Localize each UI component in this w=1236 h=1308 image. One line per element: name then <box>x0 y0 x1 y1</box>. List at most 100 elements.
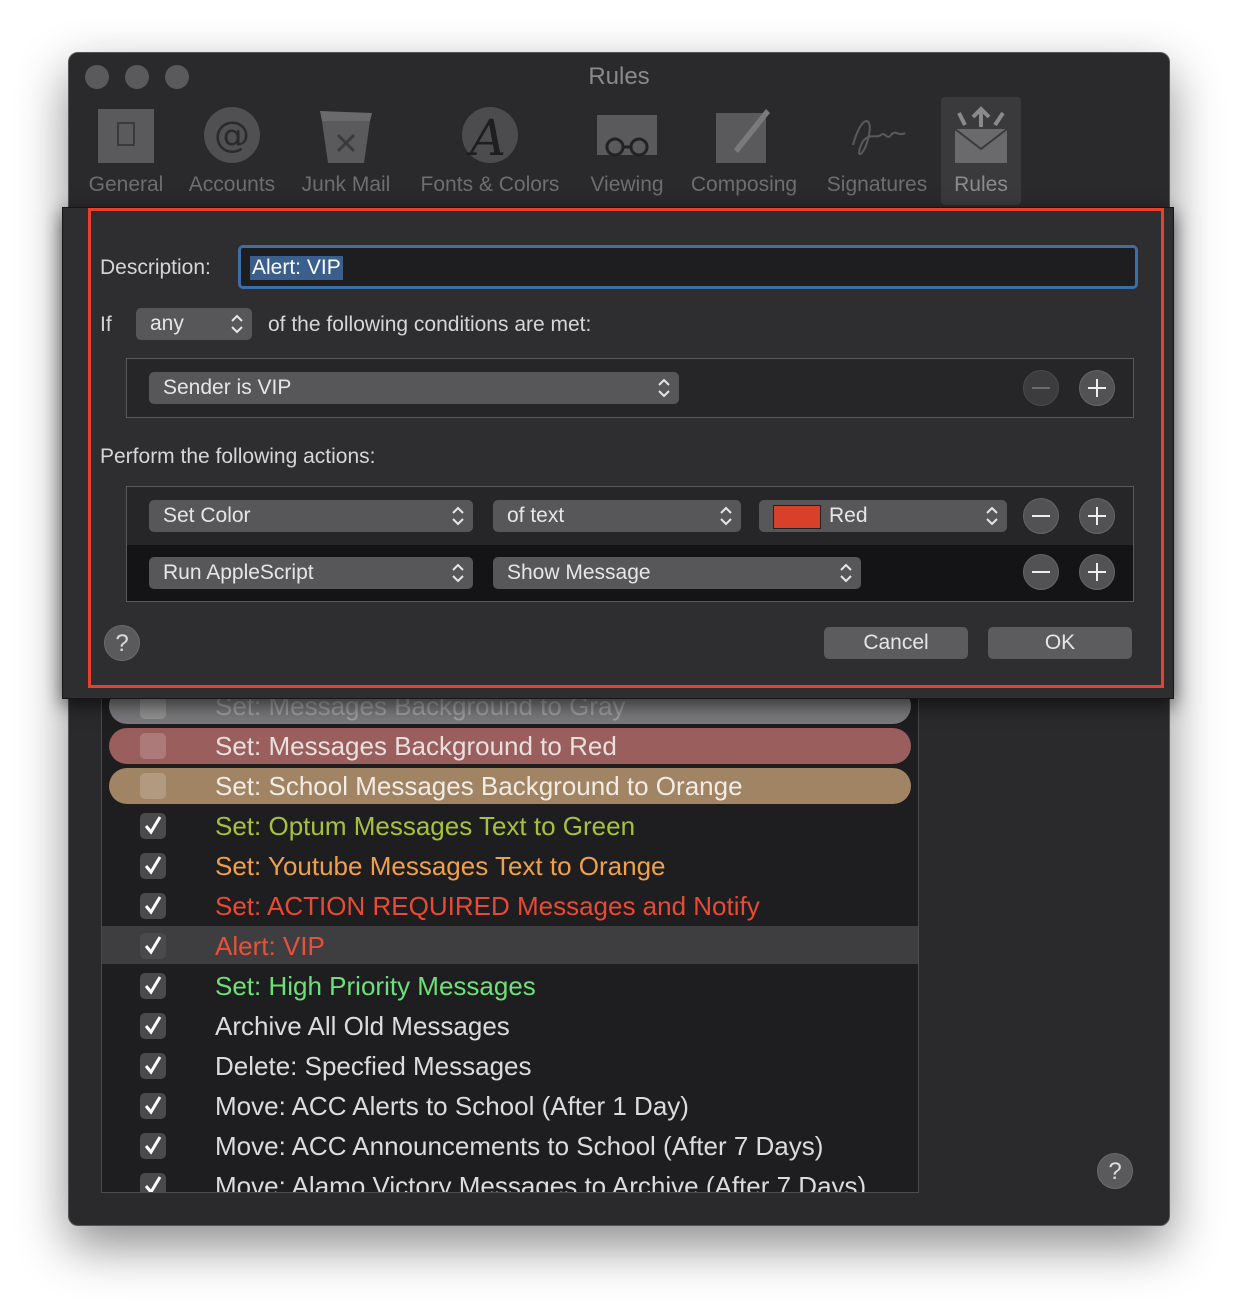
description-label: Description: <box>100 256 211 279</box>
rule-checkbox[interactable] <box>140 1013 166 1039</box>
rule-label: Move: Alamo Victory Messages to Archive … <box>215 1171 867 1193</box>
rule-checkbox[interactable] <box>140 813 166 839</box>
rule-checkbox[interactable] <box>140 1173 166 1192</box>
remove-action-button[interactable] <box>1023 498 1059 534</box>
rule-checkbox[interactable] <box>140 933 166 959</box>
checkmark-icon <box>144 1176 162 1192</box>
action-type-selector[interactable]: Run AppleScript <box>149 557 473 589</box>
rule-checkbox[interactable] <box>140 1133 166 1159</box>
rule-checkbox[interactable] <box>140 1053 166 1079</box>
tab-junk-mail[interactable]: Junk Mail <box>295 97 397 205</box>
actions-box: Set Color of text Red Run AppleScript Sh… <box>126 486 1134 602</box>
tab-general[interactable]: General <box>79 97 173 205</box>
list-item[interactable]: Move: ACC Announcements to School (After… <box>102 1126 918 1166</box>
checkmark-icon <box>144 856 162 875</box>
rule-label: Set: ACTION REQUIRED Messages and Notify <box>215 891 760 921</box>
remove-action-button[interactable] <box>1023 554 1059 590</box>
tab-label: Accounts <box>188 173 276 196</box>
match-selector[interactable]: any <box>136 308 252 340</box>
rule-checkbox[interactable] <box>140 733 166 759</box>
tab-viewing[interactable]: Viewing <box>581 97 673 205</box>
tab-label: Fonts & Colors <box>420 173 560 196</box>
rule-label: Set: School Messages Background to Orang… <box>215 771 743 801</box>
tab-label: General <box>88 173 164 196</box>
script-selector[interactable]: Show Message <box>493 557 861 589</box>
updown-chevron-icon <box>452 506 464 526</box>
list-item[interactable]: Delete: Specfied Messages <box>102 1046 918 1086</box>
checkmark-icon <box>144 1136 162 1155</box>
description-field[interactable]: Alert: VIP <box>238 245 1138 289</box>
list-item[interactable]: Set: School Messages Background to Orang… <box>102 766 918 806</box>
list-item[interactable]: Set: Youtube Messages Text to Orange <box>102 846 918 886</box>
checkmark-icon <box>144 936 162 955</box>
tab-accounts[interactable]: @ Accounts <box>181 97 283 205</box>
list-item[interactable]: Set: ACTION REQUIRED Messages and Notify <box>102 886 918 926</box>
checkmark-icon <box>144 816 162 835</box>
list-item[interactable]: Move: ACC Alerts to School (After 1 Day) <box>102 1086 918 1126</box>
junk-mail-icon <box>320 111 372 163</box>
minus-icon <box>1032 515 1050 517</box>
tab-rules[interactable]: Rules <box>941 97 1021 205</box>
color-target-selector[interactable]: of text <box>493 500 741 532</box>
rule-label: Set: Optum Messages Text to Green <box>215 811 636 841</box>
minus-icon <box>1032 387 1050 389</box>
sheet-help-button[interactable]: ? <box>104 625 140 661</box>
list-item-selected[interactable]: Alert: VIP <box>102 926 918 964</box>
plus-icon <box>1088 379 1106 397</box>
rule-checkbox[interactable] <box>140 1093 166 1119</box>
rule-label: Alert: VIP <box>215 931 325 961</box>
updown-chevron-icon <box>231 314 243 334</box>
conditions-suffix: of the following conditions are met: <box>268 313 592 336</box>
tab-signatures[interactable]: Signatures <box>817 97 937 205</box>
tab-label: Junk Mail <box>301 173 391 196</box>
conditions-box: Sender is VIP <box>126 358 1134 418</box>
tab-label: Signatures <box>826 173 928 196</box>
actions-label: Perform the following actions: <box>100 445 376 468</box>
match-selector-value: any <box>150 312 184 335</box>
rule-label: Set: High Priority Messages <box>215 971 536 1001</box>
add-action-button[interactable] <box>1079 554 1115 590</box>
add-condition-button[interactable] <box>1079 370 1115 406</box>
checkmark-icon <box>144 1016 162 1035</box>
list-item[interactable]: Set: High Priority Messages <box>102 966 918 1006</box>
checkmark-icon <box>144 896 162 915</box>
rule-checkbox[interactable] <box>140 893 166 919</box>
checkmark-icon <box>144 1056 162 1075</box>
if-label: If <box>100 313 112 336</box>
rule-checkbox[interactable] <box>140 973 166 999</box>
list-item[interactable]: Archive All Old Messages <box>102 1006 918 1046</box>
plus-icon <box>1088 563 1106 581</box>
ok-button[interactable]: OK <box>988 627 1132 659</box>
script-value: Show Message <box>507 561 651 584</box>
cancel-button[interactable]: Cancel <box>824 627 968 659</box>
window-title: Rules <box>588 63 650 90</box>
list-item[interactable]: Set: Optum Messages Text to Green <box>102 806 918 846</box>
tab-label: Composing <box>690 173 798 196</box>
at-icon: @ <box>204 107 260 163</box>
action-type-value: Run AppleScript <box>163 561 314 584</box>
color-selector[interactable]: Red <box>759 500 1007 532</box>
title-bar: Rules <box>69 53 1169 97</box>
list-item[interactable]: Move: Alamo Victory Messages to Archive … <box>102 1166 918 1193</box>
tab-fonts-colors[interactable]: A Fonts & Colors <box>411 97 569 205</box>
tab-composing[interactable]: Composing <box>683 97 805 205</box>
condition-value: Sender is VIP <box>163 376 292 399</box>
list-item[interactable]: Set: Messages Background to Red <box>102 726 918 766</box>
action-type-selector[interactable]: Set Color <box>149 500 473 532</box>
condition-selector[interactable]: Sender is VIP <box>149 372 679 404</box>
remove-condition-button[interactable] <box>1023 370 1059 406</box>
rules-list[interactable]: Set: Messages Background to Gray Set: Me… <box>101 681 919 1193</box>
plus-icon <box>1088 507 1106 525</box>
fonts-icon: A <box>462 107 518 165</box>
add-action-button[interactable] <box>1079 498 1115 534</box>
rule-checkbox[interactable] <box>140 773 166 799</box>
checkmark-icon <box>144 976 162 995</box>
rules-icon <box>954 106 1008 163</box>
help-button[interactable]: ? <box>1097 1153 1133 1189</box>
updown-chevron-icon <box>720 506 732 526</box>
tab-label: Viewing <box>590 173 664 196</box>
preferences-toolbar: General @ Accounts Junk Mail A Fonts & C… <box>69 97 1169 207</box>
rule-label: Delete: Specfied Messages <box>215 1051 532 1081</box>
rule-checkbox[interactable] <box>140 853 166 879</box>
svg-text:@: @ <box>214 115 250 156</box>
